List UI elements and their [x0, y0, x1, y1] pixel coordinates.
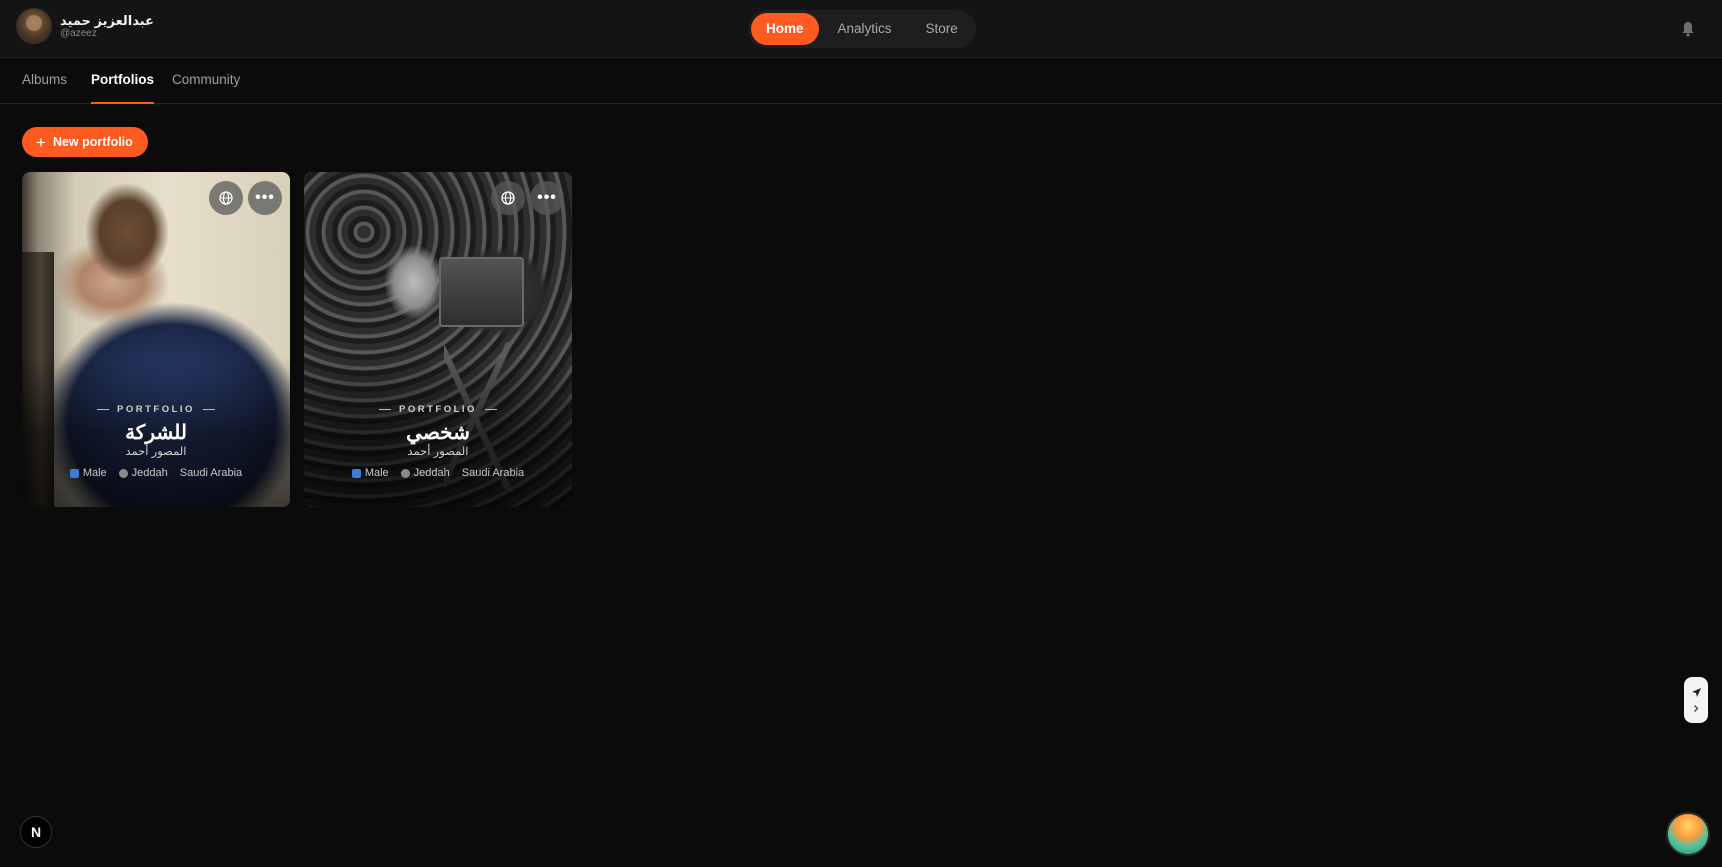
tag-gender: Male — [82, 467, 107, 479]
send-icon[interactable] — [1691, 687, 1702, 698]
bell-icon[interactable] — [1681, 21, 1695, 37]
assistant-orb[interactable] — [1666, 812, 1710, 856]
portfolio-meta: PORTFOLIO شخصي المصور أحمد Male Jeddah S… — [304, 404, 572, 479]
portfolio-kicker: PORTFOLIO — [117, 404, 195, 415]
new-portfolio-button[interactable]: + New portfolio — [22, 127, 148, 157]
tab-albums[interactable]: Albums — [22, 72, 67, 104]
floating-toolbar — [1684, 677, 1708, 723]
nav-home[interactable]: Home — [751, 13, 819, 45]
user-info: عبدالعزيز حميد @azeez — [60, 13, 154, 40]
divider — [97, 409, 110, 410]
nav-store[interactable]: Store — [911, 13, 973, 45]
sub-nav: Albums Portfolios Community — [0, 58, 1722, 104]
divider — [202, 409, 215, 410]
user-profile[interactable]: عبدالعزيز حميد @azeez — [16, 8, 154, 44]
location-icon — [400, 468, 410, 478]
divider — [379, 409, 392, 410]
avatar[interactable] — [16, 8, 52, 44]
portfolio-kicker: PORTFOLIO — [399, 404, 477, 415]
portfolio-subtitle: المصور أحمد — [125, 446, 187, 458]
tab-portfolios[interactable]: Portfolios — [91, 72, 154, 104]
tag-country: Saudi Arabia — [179, 467, 243, 479]
tag-city: Jeddah — [413, 467, 450, 479]
more-icon: ••• — [537, 189, 557, 206]
nav-analytics[interactable]: Analytics — [823, 13, 907, 45]
portfolio-title: شخصي — [406, 420, 470, 444]
visibility-button[interactable] — [209, 181, 243, 215]
user-handle: @azeez — [60, 27, 97, 39]
plus-icon: + — [36, 132, 46, 152]
globe-icon — [219, 191, 233, 205]
divider — [484, 409, 497, 410]
chevron-right-icon[interactable] — [1692, 704, 1700, 713]
gender-icon — [351, 468, 361, 478]
portfolio-tags: Male Jeddah Saudi Arabia — [22, 467, 290, 479]
more-icon: ••• — [255, 189, 275, 206]
portfolio-subtitle: المصور أحمد — [407, 446, 469, 458]
top-bar: عبدالعزيز حميد @azeez Home Analytics Sto… — [0, 0, 1722, 58]
portfolio-title: للشركة — [125, 420, 187, 444]
portfolio-card[interactable]: ••• PORTFOLIO شخصي المصور أحمد Male Jedd… — [304, 172, 572, 507]
portfolio-card[interactable]: ••• PORTFOLIO للشركة المصور أحمد Male Je… — [22, 172, 290, 507]
next-dev-badge[interactable]: N — [20, 816, 52, 848]
new-portfolio-label: New portfolio — [52, 135, 133, 149]
tag-country: Saudi Arabia — [461, 467, 525, 479]
visibility-button[interactable] — [491, 181, 525, 215]
tag-city: Jeddah — [131, 467, 168, 479]
main-nav: Home Analytics Store — [748, 10, 976, 48]
tag-gender: Male — [364, 467, 389, 479]
more-options-button[interactable]: ••• — [530, 181, 564, 215]
tab-community[interactable]: Community — [172, 72, 240, 104]
location-icon — [118, 468, 128, 478]
more-options-button[interactable]: ••• — [248, 181, 282, 215]
globe-icon — [501, 191, 515, 205]
gender-icon — [69, 468, 79, 478]
user-name: عبدالعزيز حميد — [60, 12, 154, 28]
portfolio-meta: PORTFOLIO للشركة المصور أحمد Male Jeddah… — [22, 404, 290, 479]
portfolio-tags: Male Jeddah Saudi Arabia — [304, 467, 572, 479]
